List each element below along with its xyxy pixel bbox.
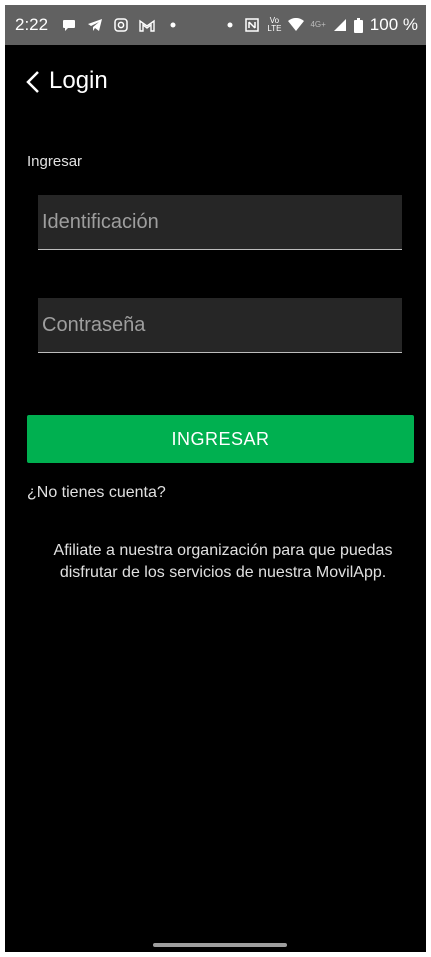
status-bar: 2:22 Vo LTE 4G+ 100 % bbox=[5, 5, 426, 45]
info-text: Afiliate a nuestra organización para que… bbox=[53, 542, 393, 581]
page-title: Login bbox=[49, 67, 108, 94]
telegram-icon bbox=[87, 17, 103, 33]
password-input[interactable] bbox=[38, 298, 402, 352]
back-button[interactable] bbox=[25, 67, 41, 97]
instagram-icon bbox=[113, 17, 129, 33]
network-type: 4G+ bbox=[310, 20, 326, 29]
wifi-icon bbox=[288, 17, 305, 33]
dot-icon bbox=[222, 17, 238, 33]
home-indicator[interactable] bbox=[153, 943, 287, 947]
signal-icon bbox=[332, 17, 348, 33]
nfc-icon bbox=[244, 17, 260, 33]
chat-icon bbox=[61, 17, 77, 33]
signup-link[interactable]: ¿No tienes cuenta? bbox=[27, 484, 166, 502]
chevron-left-icon bbox=[26, 71, 39, 93]
system-icons: Vo LTE 4G+ 100 % bbox=[222, 15, 418, 35]
identification-input[interactable] bbox=[38, 195, 402, 249]
section-label: Ingresar bbox=[27, 153, 83, 170]
dot-icon bbox=[165, 17, 181, 33]
identification-field bbox=[38, 195, 402, 250]
password-field bbox=[38, 298, 402, 353]
volte-icon: Vo LTE bbox=[267, 16, 282, 33]
login-button[interactable]: INGRESAR bbox=[27, 415, 414, 463]
battery-icon bbox=[354, 17, 364, 33]
status-time: 2:22 bbox=[15, 15, 49, 34]
app-screen: 2:22 Vo LTE 4G+ 100 % Login Ingresar Ide… bbox=[5, 5, 426, 952]
battery-percent: 100 % bbox=[369, 15, 418, 34]
gmail-icon bbox=[139, 17, 155, 33]
notification-icons bbox=[61, 17, 181, 33]
